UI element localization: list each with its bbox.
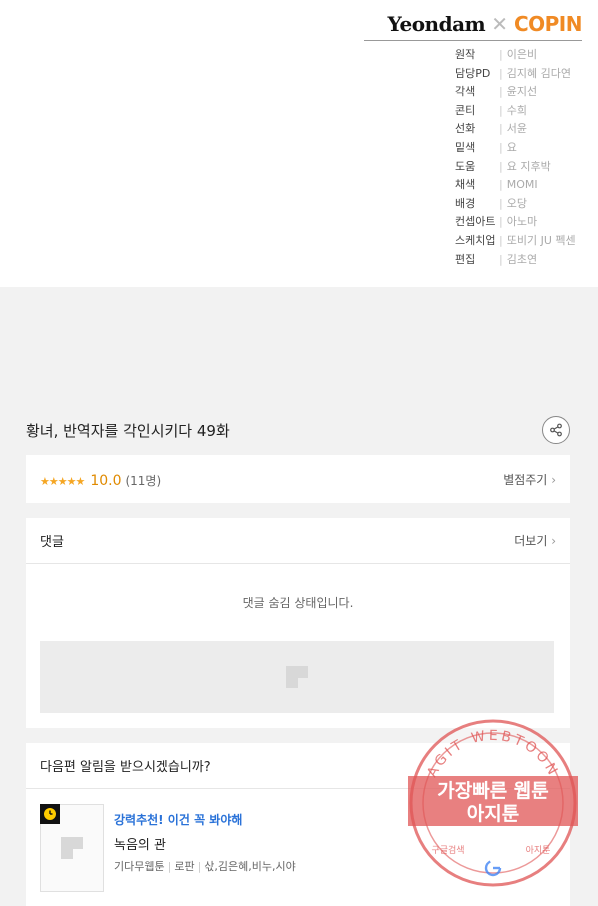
recommend-title: 녹음의 관 — [114, 838, 166, 853]
credit-row: 채색 | MOMI — [455, 176, 576, 195]
brand-logo: Yeondam ✕ COPIN — [387, 12, 582, 36]
chevron-right-icon: › — [551, 534, 556, 548]
credit-name: 요 지후박 — [506, 159, 551, 173]
rating-card: ★★★★★ 10.0 (11명) 별점주기 › — [26, 455, 570, 503]
credit-role: 배경 — [455, 196, 476, 210]
credit-role: 각색 — [455, 85, 476, 99]
episode-title: 황녀, 반역자를 각인시키다 49화 — [26, 421, 230, 440]
comments-header: 댓글 더보기 › — [26, 518, 570, 564]
credit-name: 오당 — [506, 196, 527, 210]
rate-button[interactable]: 별점주기 › — [503, 471, 556, 488]
episode-title-row: 황녀, 반역자를 각인시키다 49화 — [26, 414, 570, 446]
collab-x-icon: ✕ — [491, 12, 508, 36]
credit-row: 배경 | 오당 — [455, 195, 576, 214]
credit-name: 이은비 — [506, 48, 538, 61]
credit-role: 선화 — [455, 122, 476, 136]
comments-card: 댓글 더보기 › 댓글 숨김 상태입니다. — [26, 518, 570, 728]
comments-title: 댓글 — [40, 535, 64, 550]
stamp-bottom-left: 구글검색 — [431, 844, 464, 856]
credit-name: 또비기 JU 펙센 — [506, 233, 576, 247]
credit-name: 김지혜 김다연 — [506, 66, 571, 80]
image-placeholder-icon — [286, 666, 308, 688]
recommend-thumbnail[interactable] — [40, 804, 104, 892]
credit-list: 원작 | 이은비 담당PD | 김지혜 김다연 각색 | 윤지선 콘티 | 수희 선화 | 서윤 밑… — [455, 46, 576, 269]
chevron-right-icon: › — [551, 472, 556, 487]
credit-role: 도움 — [455, 159, 476, 173]
star-icons: ★★★★★ — [40, 474, 85, 488]
credit-name: 서윤 — [506, 122, 527, 136]
rating-score: 10.0 — [90, 472, 122, 489]
stamp-line1: 가장빠른 웹툰 — [437, 780, 549, 802]
credit-name: 수희 — [506, 103, 527, 117]
recommend-authors: 삯,김은혜,비누,시야 — [204, 860, 296, 873]
recommend-info[interactable]: 강력추천! 이건 꼭 봐야해 녹음의 관 기다무웹툰 | 로판 | 삯,김은혜,비누,시… — [114, 811, 296, 874]
credit-row: 컨셉아트 | 아노마 — [455, 213, 576, 232]
credit-row: 콘티 | 수희 — [455, 102, 576, 121]
credit-role: 콘티 — [455, 103, 476, 117]
credit-row: 원작 | 이은비 — [455, 46, 576, 65]
ad-placeholder — [40, 641, 554, 713]
credit-role: 담당PD — [455, 66, 491, 80]
recommend-category: 기다무웹툰 — [114, 860, 165, 873]
rating-summary: ★★★★★ 10.0 (11명) — [40, 470, 161, 489]
copin-logo: COPIN — [513, 12, 583, 36]
clock-icon — [44, 808, 56, 820]
credit-row: 밑색 | 요 — [455, 139, 576, 158]
stamp-line2: 아지툰 — [467, 803, 519, 825]
credit-name: 윤지선 — [506, 85, 538, 99]
wait-free-badge — [40, 804, 60, 824]
stamp-bottom-right: 아지툰 — [526, 845, 551, 856]
credit-role: 밑색 — [455, 140, 476, 154]
brand-underline — [364, 40, 582, 41]
credit-role: 컨셉아트 — [455, 215, 496, 229]
credit-role: 스케치업 — [455, 233, 496, 247]
image-placeholder-icon — [61, 837, 83, 859]
more-label: 더보기 — [514, 534, 548, 548]
credit-role: 원작 — [455, 48, 476, 61]
credit-name: 아노마 — [506, 215, 538, 229]
recommend-tag: 강력추천! 이건 꼭 봐야해 — [114, 813, 243, 827]
credit-row: 각색 | 윤지선 — [455, 83, 576, 102]
credit-row: 편집 | 김초연 — [455, 251, 576, 270]
recommend-genre: 로판 — [174, 860, 195, 873]
watermark-stamp: AGIT WEBTOON 가장빠른 웹툰 아지툰 구글검색 아지툰 — [408, 719, 578, 887]
yeondam-logo: Yeondam — [387, 12, 486, 36]
credit-row: 선화 | 서윤 — [455, 120, 576, 139]
comments-hidden-message: 댓글 숨김 상태입니다. — [242, 596, 354, 610]
credit-name: 요 — [506, 140, 517, 154]
credits-panel: Yeondam ✕ COPIN 원작 | 이은비 담당PD | 김지혜 김다연 각색 | 윤… — [0, 0, 598, 287]
comments-more-button[interactable]: 더보기 › — [514, 532, 556, 549]
credit-name: MOMI — [506, 178, 538, 192]
credit-role: 편집 — [455, 252, 476, 266]
share-icon — [550, 423, 562, 437]
credit-row: 도움 | 요 지후박 — [455, 158, 576, 177]
recommend-meta: 기다무웹툰 | 로판 | 삯,김은혜,비누,시야 — [114, 860, 296, 873]
credit-role: 채색 — [455, 178, 476, 192]
share-button[interactable] — [542, 416, 570, 444]
rate-label: 별점주기 — [503, 472, 548, 487]
credit-name: 김초연 — [506, 252, 538, 266]
credit-row: 담당PD | 김지혜 김다연 — [455, 65, 576, 84]
credit-row: 스케치업 | 또비기 JU 펙센 — [455, 232, 576, 251]
rating-count: (11명) — [125, 473, 162, 488]
